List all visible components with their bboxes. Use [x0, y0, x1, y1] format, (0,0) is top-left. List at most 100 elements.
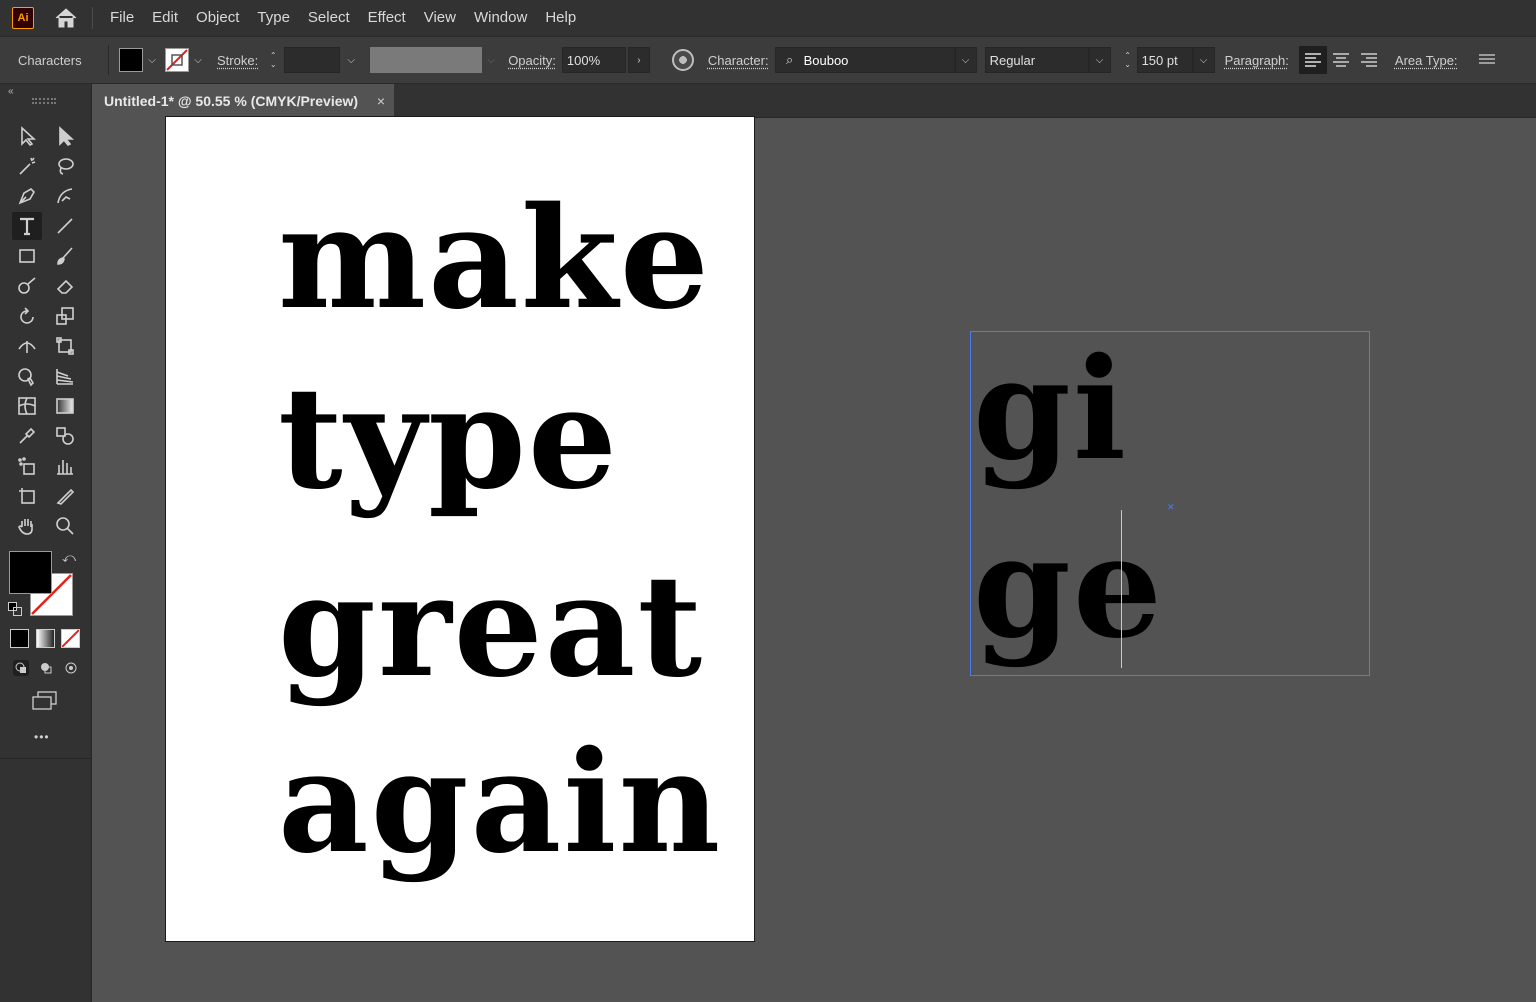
collapse-panel-icon[interactable]: « — [8, 86, 14, 97]
stroke-none-swatch[interactable] — [165, 48, 189, 72]
zoom-tool-icon[interactable] — [50, 512, 80, 540]
opacity-label[interactable]: Opacity: — [508, 53, 556, 68]
font-style-input[interactable]: Regular — [984, 47, 1089, 73]
panel-menu-icon[interactable] — [1474, 46, 1500, 74]
stroke-label[interactable]: Stroke: — [217, 53, 258, 68]
home-icon[interactable] — [46, 0, 86, 36]
menu-window[interactable]: Window — [465, 0, 536, 36]
variable-width-profile-field[interactable] — [370, 47, 483, 73]
type-tool-icon[interactable] — [12, 212, 42, 240]
frame-center-point-icon: ✕ — [1167, 502, 1175, 512]
text-cursor — [1121, 510, 1122, 668]
close-tab-icon[interactable]: × — [377, 93, 385, 109]
stroke-weight-input[interactable] — [284, 47, 341, 73]
paragraph-label[interactable]: Paragraph: — [1225, 53, 1289, 68]
frame-text-line[interactable]: ge — [973, 518, 1164, 658]
rotate-tool-icon[interactable] — [12, 302, 42, 330]
align-left-icon[interactable] — [1298, 46, 1327, 74]
poster-text-line[interactable]: again — [278, 733, 722, 873]
menu-select[interactable]: Select — [299, 0, 359, 36]
eraser-tool-icon[interactable] — [50, 272, 80, 300]
menu-view[interactable]: View — [415, 0, 465, 36]
panel-grip-icon[interactable] — [32, 98, 56, 104]
recolor-artwork-icon[interactable] — [671, 49, 694, 71]
font-size-input[interactable]: 150 pt — [1136, 47, 1193, 73]
gradient-mode-button[interactable] — [36, 629, 55, 648]
poster-text-line[interactable]: great — [278, 557, 704, 697]
draw-inside-icon[interactable] — [63, 660, 79, 676]
stroke-dropdown-chevron-down-icon[interactable]: ⌵ — [189, 48, 207, 72]
change-screen-mode-icon[interactable] — [30, 690, 60, 712]
pen-tool-icon[interactable] — [12, 182, 42, 210]
slice-tool-icon[interactable] — [50, 482, 80, 510]
poster-text-line[interactable]: type — [278, 369, 619, 509]
font-style-chevron-down-icon[interactable]: ⌵ — [1088, 47, 1111, 73]
swap-fill-stroke-icon[interactable]: ⤺ — [62, 550, 76, 566]
poster-text-line[interactable]: make — [278, 189, 711, 329]
artboard[interactable]: make type great again — [165, 116, 755, 942]
document-tab[interactable]: Untitled-1* @ 50.55 % (CMYK/Preview) × — [92, 84, 394, 118]
drawing-modes-group — [8, 657, 84, 679]
panel-name: Characters — [18, 52, 82, 68]
mesh-tool-icon[interactable] — [12, 392, 42, 420]
gradient-tool-icon[interactable] — [50, 392, 80, 420]
font-size-chevron-down-icon[interactable]: ⌵ — [1192, 47, 1215, 73]
stroke-weight-dropdown-chevron-down-icon[interactable]: ⌵ — [340, 48, 362, 72]
control-divider — [108, 45, 109, 75]
perspective-grid-tool-icon[interactable] — [50, 362, 80, 390]
menu-type[interactable]: Type — [248, 0, 299, 36]
line-segment-tool-icon[interactable] — [50, 212, 80, 240]
rectangle-tool-icon[interactable] — [12, 242, 42, 270]
align-center-icon[interactable] — [1327, 46, 1355, 74]
edit-toolbar-more-icon[interactable]: ••• — [34, 730, 50, 744]
menu-edit[interactable]: Edit — [143, 0, 187, 36]
canvas-area[interactable]: make type great again gi ge ✕ — [92, 116, 1536, 1002]
shaper-tool-icon[interactable] — [12, 272, 42, 300]
selection-tool-icon[interactable] — [12, 122, 42, 150]
menu-bar: Ai File Edit Object Type Select Effect V… — [0, 0, 1536, 36]
menu-file[interactable]: File — [101, 0, 143, 36]
color-mode-button[interactable] — [10, 629, 29, 648]
area-type-label[interactable]: Area Type: — [1395, 53, 1458, 68]
free-transform-tool-icon[interactable] — [50, 332, 80, 360]
draw-normal-icon[interactable] — [12, 660, 29, 676]
magic-wand-tool-icon[interactable] — [12, 152, 42, 180]
menu-divider — [92, 7, 93, 29]
panel-divider — [0, 758, 92, 759]
width-tool-icon[interactable] — [12, 332, 42, 360]
curvature-tool-icon[interactable] — [50, 182, 80, 210]
opacity-chevron-right-icon[interactable]: › — [627, 47, 650, 73]
font-size-spinner-icon[interactable]: ⌃ ⌄ — [1119, 47, 1137, 73]
paintbrush-tool-icon[interactable] — [50, 242, 80, 270]
document-tab-bar: Untitled-1* @ 50.55 % (CMYK/Preview) × — [92, 84, 1536, 118]
eyedropper-tool-icon[interactable] — [12, 422, 42, 450]
menu-object[interactable]: Object — [187, 0, 248, 36]
shape-builder-tool-icon[interactable] — [12, 362, 42, 390]
area-type-frame[interactable]: gi ge ✕ — [970, 331, 1370, 676]
artboard-tool-icon[interactable] — [12, 482, 42, 510]
fill-color-box[interactable] — [9, 551, 52, 594]
column-graph-tool-icon[interactable] — [50, 452, 80, 480]
opacity-input[interactable]: 100% — [561, 47, 626, 73]
menu-help[interactable]: Help — [536, 0, 585, 36]
lasso-tool-icon[interactable] — [50, 152, 80, 180]
fill-color-swatch[interactable] — [119, 48, 143, 72]
font-family-input[interactable]: ⌕ Bouboo — [774, 47, 955, 73]
blend-tool-icon[interactable] — [50, 422, 80, 450]
direct-selection-tool-icon[interactable] — [50, 122, 80, 150]
profile-dropdown-chevron-down-icon[interactable]: ⌵ — [482, 48, 500, 72]
draw-behind-icon[interactable] — [38, 660, 54, 676]
menu-effect[interactable]: Effect — [359, 0, 415, 36]
frame-text-line[interactable]: gi — [973, 340, 1128, 480]
illustrator-logo-icon[interactable]: Ai — [12, 7, 34, 29]
fill-dropdown-chevron-down-icon[interactable]: ⌵ — [143, 48, 161, 72]
align-right-icon[interactable] — [1355, 46, 1383, 74]
default-fill-stroke-icon[interactable] — [8, 602, 22, 616]
none-mode-button[interactable] — [61, 629, 80, 648]
font-family-chevron-down-icon[interactable]: ⌵ — [954, 47, 977, 73]
symbol-sprayer-tool-icon[interactable] — [12, 452, 42, 480]
hand-tool-icon[interactable] — [12, 512, 42, 540]
scale-tool-icon[interactable] — [50, 302, 80, 330]
stroke-weight-spinner-icon[interactable]: ⌃ ⌄ — [264, 47, 282, 73]
character-label[interactable]: Character: — [708, 53, 769, 68]
